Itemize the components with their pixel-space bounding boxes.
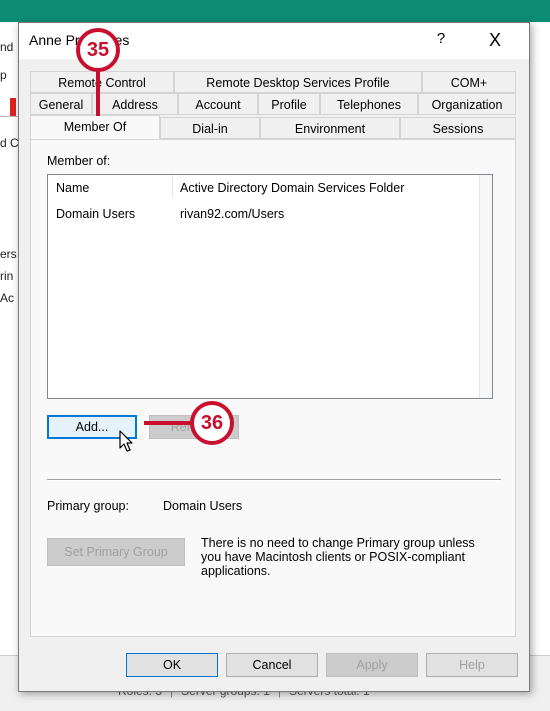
- background-separator: [0, 116, 20, 117]
- primary-group-label: Primary group:: [47, 499, 129, 513]
- list-item-name[interactable]: Domain Users: [56, 207, 135, 221]
- member-of-panel: Member of: Name Active Directory Domain …: [30, 139, 516, 637]
- mouse-cursor-icon: [119, 430, 133, 452]
- tab-member-of[interactable]: Member Of: [30, 115, 160, 139]
- server-manager-title-bar: [0, 0, 550, 22]
- tab-dial-in[interactable]: Dial-in: [160, 117, 260, 139]
- info-text-line-1: There is no need to change Primary group…: [201, 536, 475, 550]
- user-properties-dialog: Anne Properties ? X Remote Control Remot…: [18, 22, 530, 692]
- column-header-folder[interactable]: Active Directory Domain Services Folder: [180, 181, 404, 195]
- background-text-fragment: d C: [0, 136, 19, 150]
- info-text-line-3: applications.: [201, 564, 271, 578]
- callout-36-leader: [144, 421, 192, 425]
- apply-button[interactable]: Apply: [326, 653, 418, 677]
- background-text-fragment: Ac: [0, 291, 15, 305]
- help-icon[interactable]: ?: [429, 30, 453, 47]
- tab-sessions[interactable]: Sessions: [400, 117, 516, 139]
- member-of-label: Member of:: [47, 154, 111, 168]
- list-scrollbar[interactable]: [479, 175, 492, 398]
- background-text-fragment: ers: [0, 247, 17, 261]
- tab-remote-control[interactable]: Remote Control: [30, 71, 174, 93]
- tab-remote-desktop-services-profile[interactable]: Remote Desktop Services Profile: [174, 71, 422, 93]
- tab-general[interactable]: General: [30, 93, 92, 115]
- background-text-fragment: p: [0, 68, 7, 82]
- list-item-folder[interactable]: rivan92.com/Users: [180, 207, 284, 221]
- section-divider: [47, 479, 501, 481]
- set-primary-group-button[interactable]: Set Primary Group: [47, 538, 185, 566]
- tab-com-plus[interactable]: COM+: [422, 71, 516, 93]
- column-header-name[interactable]: Name: [56, 181, 89, 195]
- tab-organization[interactable]: Organization: [418, 93, 516, 115]
- help-button[interactable]: Help: [426, 653, 518, 677]
- background-text-fragment: rin: [0, 269, 14, 283]
- column-divider[interactable]: [172, 175, 173, 197]
- info-text-line-2: you have Macintosh clients or POSIX-comp…: [201, 550, 466, 564]
- cancel-button[interactable]: Cancel: [226, 653, 318, 677]
- background-text-fragment: nd: [0, 40, 14, 54]
- tab-profile[interactable]: Profile: [258, 93, 320, 115]
- tab-environment[interactable]: Environment: [260, 117, 400, 139]
- background-red-marker: [10, 98, 16, 116]
- callout-36-badge: 36: [190, 401, 234, 445]
- tab-account[interactable]: Account: [178, 93, 258, 115]
- group-membership-list[interactable]: Name Active Directory Domain Services Fo…: [47, 174, 493, 399]
- tab-address[interactable]: Address: [92, 93, 178, 115]
- primary-group-value: Domain Users: [163, 499, 243, 513]
- callout-35-badge: 35: [76, 28, 120, 72]
- close-icon[interactable]: X: [481, 28, 509, 52]
- tab-telephones[interactable]: Telephones: [320, 93, 418, 115]
- ok-button[interactable]: OK: [126, 653, 218, 677]
